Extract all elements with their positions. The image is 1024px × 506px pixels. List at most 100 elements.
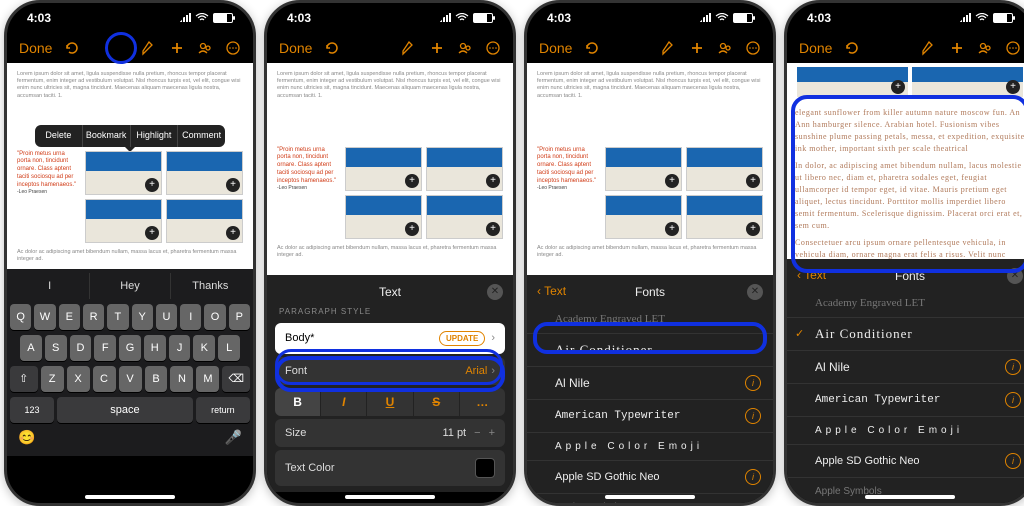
more-format-button[interactable]: … <box>460 388 505 416</box>
add-overlay-icon[interactable]: + <box>226 226 240 240</box>
key-f[interactable]: F <box>94 335 116 361</box>
brush-icon[interactable] <box>141 40 157 56</box>
update-button[interactable]: UPDATE <box>439 331 485 346</box>
image-thumb-4[interactable]: + <box>166 199 243 243</box>
size-row[interactable]: Size 11 pt − + <box>275 419 505 447</box>
prediction-2[interactable]: Hey <box>90 273 170 299</box>
key-e[interactable]: E <box>59 304 80 330</box>
undo-icon[interactable] <box>844 40 860 56</box>
info-icon[interactable]: i <box>745 408 761 424</box>
done-button[interactable]: Done <box>799 40 832 56</box>
image-thumb[interactable]: + <box>605 147 682 191</box>
key-n[interactable]: N <box>170 366 193 392</box>
key-123[interactable]: 123 <box>10 397 54 423</box>
home-indicator[interactable] <box>605 495 695 499</box>
key-a[interactable]: A <box>20 335 42 361</box>
info-icon[interactable]: i <box>1005 359 1021 375</box>
done-button[interactable]: Done <box>19 40 52 56</box>
document-area[interactable]: + + elegant sunflower from killer autumn… <box>787 63 1024 259</box>
image-thumb[interactable]: + <box>912 67 1023 97</box>
font-item-apple-color-emoji[interactable]: Apple Color Emoji <box>527 433 773 461</box>
key-s[interactable]: S <box>45 335 67 361</box>
key-space[interactable]: space <box>57 397 193 423</box>
text-color-row[interactable]: Text Color <box>275 450 505 486</box>
popup-comment[interactable]: Comment <box>178 125 225 147</box>
done-button[interactable]: Done <box>279 40 312 56</box>
font-item-al-nile[interactable]: Al Nilei <box>787 351 1024 384</box>
close-icon[interactable]: ✕ <box>487 284 503 300</box>
add-overlay-icon[interactable]: + <box>145 226 159 240</box>
font-list[interactable]: Academy Engraved LETAir ConditionerAl Ni… <box>527 303 773 506</box>
key-z[interactable]: Z <box>41 366 64 392</box>
document-area[interactable]: Lorem ipsum dolor sit amet, ligula suspe… <box>7 63 253 269</box>
collab-icon[interactable] <box>457 40 473 56</box>
font-item-american-typewriter[interactable]: American Typewriteri <box>787 384 1024 417</box>
font-item-al-nile[interactable]: Al Nilei <box>527 367 773 400</box>
prediction-1[interactable]: I <box>10 273 90 299</box>
image-thumb[interactable]: + <box>605 195 682 239</box>
brush-icon[interactable] <box>921 40 937 56</box>
key-o[interactable]: O <box>204 304 225 330</box>
undo-icon[interactable] <box>584 40 600 56</box>
image-thumb-2[interactable]: + <box>166 151 243 195</box>
add-icon[interactable] <box>429 40 445 56</box>
font-row[interactable]: Font Arial› <box>275 357 505 385</box>
popup-highlight[interactable]: Highlight <box>131 125 179 147</box>
add-overlay-icon[interactable]: + <box>145 178 159 192</box>
italic-button[interactable]: I <box>321 388 366 416</box>
key-l[interactable]: L <box>218 335 240 361</box>
back-button[interactable]: ‹ Text <box>537 284 566 298</box>
font-item-apple-color-emoji[interactable]: Apple Color Emoji <box>787 417 1024 445</box>
key-return[interactable]: return <box>196 397 250 423</box>
done-button[interactable]: Done <box>539 40 572 56</box>
font-item-air-conditioner[interactable]: ✓Air Conditioner <box>787 318 1024 351</box>
image-thumb[interactable]: + <box>686 195 763 239</box>
key-y[interactable]: Y <box>132 304 153 330</box>
bold-button[interactable]: B <box>275 388 320 416</box>
more-icon[interactable] <box>485 40 501 56</box>
info-icon[interactable]: i <box>1005 392 1021 408</box>
add-icon[interactable] <box>689 40 705 56</box>
font-item-apple-symbols[interactable]: Apple Symbols <box>787 478 1024 506</box>
underline-button[interactable]: U <box>367 388 412 416</box>
mic-icon[interactable]: 🎤 <box>225 429 242 446</box>
key-i[interactable]: I <box>180 304 201 330</box>
font-item-air-conditioner[interactable]: Air Conditioner <box>527 334 773 367</box>
image-thumb-1[interactable]: + <box>85 151 162 195</box>
popup-delete[interactable]: Delete <box>35 125 83 147</box>
add-icon[interactable] <box>949 40 965 56</box>
key-g[interactable]: G <box>119 335 141 361</box>
key-h[interactable]: H <box>144 335 166 361</box>
key-u[interactable]: U <box>156 304 177 330</box>
add-overlay-icon[interactable]: + <box>226 178 240 192</box>
key-b[interactable]: B <box>145 366 168 392</box>
close-icon[interactable]: ✕ <box>747 284 763 300</box>
brush-icon[interactable] <box>401 40 417 56</box>
key-w[interactable]: W <box>34 304 55 330</box>
font-item-apple-sd-gothic-neo[interactable]: Apple SD Gothic Neoi <box>787 445 1024 478</box>
image-thumb[interactable]: + <box>426 195 503 239</box>
close-icon[interactable]: ✕ <box>1007 268 1023 284</box>
more-icon[interactable] <box>745 40 761 56</box>
back-button[interactable]: ‹ Text <box>797 268 826 282</box>
more-icon[interactable] <box>225 40 241 56</box>
more-icon[interactable] <box>1005 40 1021 56</box>
key-t[interactable]: T <box>107 304 128 330</box>
brush-icon[interactable] <box>661 40 677 56</box>
add-icon[interactable] <box>169 40 185 56</box>
font-item-american-typewriter[interactable]: American Typewriteri <box>527 400 773 433</box>
popup-bookmark[interactable]: Bookmark <box>83 125 131 147</box>
image-thumb[interactable]: + <box>686 147 763 191</box>
key-d[interactable]: D <box>70 335 92 361</box>
info-icon[interactable]: i <box>1005 453 1021 469</box>
size-decrement[interactable]: − <box>474 427 480 439</box>
key-x[interactable]: X <box>67 366 90 392</box>
emoji-icon[interactable]: 😊 <box>18 429 35 446</box>
body-style-row[interactable]: Body* UPDATE › <box>275 323 505 354</box>
image-thumb-3[interactable]: + <box>85 199 162 243</box>
collab-icon[interactable] <box>197 40 213 56</box>
info-icon[interactable]: i <box>745 375 761 391</box>
image-thumb[interactable]: + <box>797 67 908 97</box>
home-indicator[interactable] <box>85 495 175 499</box>
key-k[interactable]: K <box>193 335 215 361</box>
